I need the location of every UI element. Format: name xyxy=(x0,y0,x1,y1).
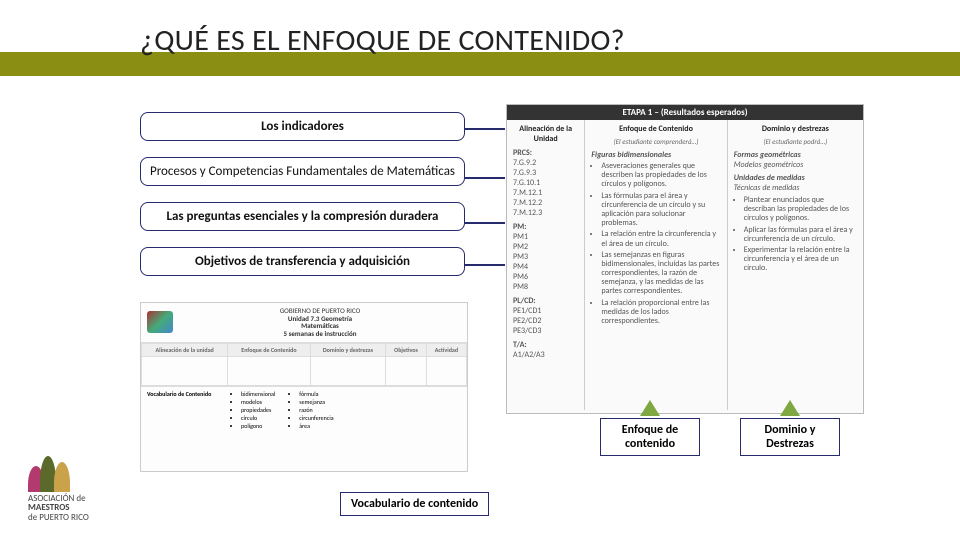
list-item: Las fórmulas para el área y circunferenc… xyxy=(601,192,720,229)
list-item: semejanza xyxy=(299,398,333,406)
list-item: modelos xyxy=(241,398,275,406)
org-logo: ASOCIACIÓN de MAESTROS de PUERTO RICO xyxy=(28,452,138,522)
connector-line xyxy=(465,128,505,130)
td xyxy=(426,356,466,385)
logo-icon xyxy=(28,452,82,492)
vocab-list: fórmula semejanza razón circunferencia á… xyxy=(289,390,333,430)
list-item: La relación proporcional entre las medid… xyxy=(601,299,720,327)
unit-name: Unidad 7.3 Geometría Matemáticas 5 seman… xyxy=(179,315,461,338)
prcs-codes: 7.G.9.2 7.G.9.3 7.G.10.1 7.M.12.1 7.M.12… xyxy=(513,158,542,218)
col-enfoque-sub: (El estudiante comprenderá…) xyxy=(591,137,720,146)
col-alineacion-title: Alineación de la Unidad xyxy=(513,124,578,144)
list-item: polígono xyxy=(241,422,275,430)
slide: ¿QUÉ ES EL ENFOQUE DE CONTENIDO? Los ind… xyxy=(0,0,960,540)
ta-codes: A1/A2/A3 xyxy=(513,350,545,360)
callout-preguntas: Las preguntas esenciales y la compresión… xyxy=(140,202,465,231)
logo-text: ASOCIACIÓN de MAESTROS de PUERTO RICO xyxy=(28,494,138,522)
col2-heading: Figuras bidimensionales xyxy=(591,150,720,160)
list-item: área xyxy=(299,422,333,430)
list-item: círculo xyxy=(241,414,275,422)
pm-codes: PM1 PM2 PM3 PM4 PM6 PM8 xyxy=(513,232,528,292)
prcs-label: PRCS: xyxy=(513,148,578,158)
ta-label: T/A: xyxy=(513,340,578,350)
col3-heading1: Formas geométricas xyxy=(734,150,857,160)
unit-doc-title: GOBIERNO DE PUERTO RICO Unidad 7.3 Geome… xyxy=(179,307,461,338)
table-row xyxy=(142,356,467,385)
unit-table: Alineación de la unidad Enfoque de Conte… xyxy=(141,343,467,386)
plcd-label: PL/CD: xyxy=(513,296,578,306)
td xyxy=(310,356,386,385)
tag-enfoque: Enfoque de contenido xyxy=(600,418,700,456)
connector-line xyxy=(465,177,505,179)
th: Actividad xyxy=(426,343,466,356)
col-dominio-title: Dominio y destrezas xyxy=(734,124,857,134)
vocab-label: Vocabulario de Contenido xyxy=(147,390,217,430)
list-item: fórmula xyxy=(299,390,333,398)
connector-line xyxy=(465,222,505,224)
list-item: Aplicar las fórmulas para el área y circ… xyxy=(744,226,857,244)
pm-label: PM: xyxy=(513,222,578,232)
th: Objetivos xyxy=(386,343,427,356)
callout-indicadores: Los indicadores xyxy=(140,112,465,141)
list-item: Plantear enunciados que describan las pr… xyxy=(744,196,857,224)
list-item: Experimentar la relación entre la circun… xyxy=(744,246,857,274)
col3-sub1: Modelos geométricos xyxy=(734,160,857,170)
logo-shape xyxy=(54,462,70,492)
list-item: La relación entre la circunferencia y el… xyxy=(601,230,720,248)
col3-list: Plantear enunciados que describan las pr… xyxy=(734,196,857,274)
etapa1-header: ETAPA 1 – (Resultados esperados) xyxy=(507,105,863,120)
col-alineacion: Alineación de la Unidad PRCS: 7.G.9.2 7.… xyxy=(507,120,585,410)
col3-heading2: Unidades de medidas xyxy=(734,173,857,183)
th: Enfoque de Contenido xyxy=(228,343,310,356)
arrow-up-icon xyxy=(780,400,800,416)
td xyxy=(142,356,228,385)
callout-procesos: Procesos y Competencias Fundamentales de… xyxy=(140,157,465,186)
tag-dominio: Dominio y Destrezas xyxy=(740,418,840,456)
col2-list: Aseveraciones generales que describen la… xyxy=(591,162,720,326)
logo-line: de PUERTO RICO xyxy=(28,512,89,523)
col-dominio: Dominio y destrezas (El estudiante podrá… xyxy=(728,120,863,410)
etapa1-columns: Alineación de la Unidad PRCS: 7.G.9.2 7.… xyxy=(507,120,863,410)
col3-sub2: Técnicas de medidas xyxy=(734,183,857,193)
tag-vocabulario: Vocabulario de contenido xyxy=(340,492,489,516)
unit-doc-header: GOBIERNO DE PUERTO RICO Unidad 7.3 Geome… xyxy=(141,303,467,343)
list-item: bidimensional xyxy=(241,390,275,398)
etapa1-document: ETAPA 1 – (Resultados esperados) Alineac… xyxy=(506,104,864,414)
connector-line xyxy=(465,264,505,266)
vocab-section: Vocabulario de Contenido bidimensional m… xyxy=(141,386,467,433)
left-callouts: Los indicadores Procesos y Competencias … xyxy=(140,112,465,292)
col-enfoque: Enfoque de Contenido (El estudiante comp… xyxy=(585,120,727,410)
list-item: circunferencia xyxy=(299,414,333,422)
list-item: razón xyxy=(299,406,333,414)
th: Alineación de la unidad xyxy=(142,343,228,356)
vocab-list: bidimensional modelos propiedades círcul… xyxy=(231,390,275,430)
col-enfoque-title: Enfoque de Contenido xyxy=(591,124,720,134)
page-title: ¿QUÉ ES EL ENFOQUE DE CONTENIDO? xyxy=(140,22,625,59)
td xyxy=(386,356,427,385)
list-item: Las semejanzas en figuras bidimensionale… xyxy=(601,251,720,297)
callout-objetivos: Objetivos de transferencia y adquisición xyxy=(140,247,465,276)
crest-icon xyxy=(147,311,173,333)
list-item: Aseveraciones generales que describen la… xyxy=(601,162,720,190)
th: Dominio y destrezas xyxy=(310,343,386,356)
unit-document: GOBIERNO DE PUERTO RICO Unidad 7.3 Geome… xyxy=(140,302,468,472)
arrow-up-icon xyxy=(640,400,660,416)
table-row: Alineación de la unidad Enfoque de Conte… xyxy=(142,343,467,356)
codes-block: PRCS: 7.G.9.2 7.G.9.3 7.G.10.1 7.M.12.1 … xyxy=(513,148,578,360)
plcd-codes: PE1/CD1 PE2/CD2 PE3/CD3 xyxy=(513,306,541,336)
list-item: propiedades xyxy=(241,406,275,414)
td xyxy=(228,356,310,385)
col-dominio-sub: (El estudiante podrá…) xyxy=(734,137,857,146)
